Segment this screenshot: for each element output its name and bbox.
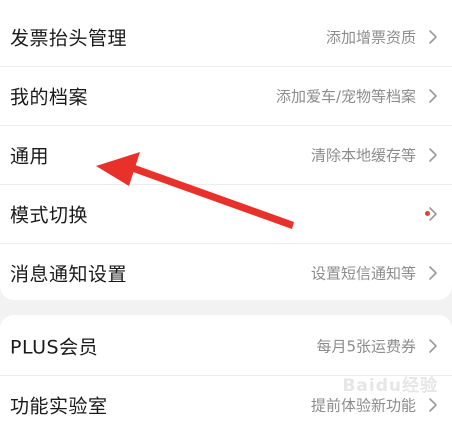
row-value: 每月5张运费券 [316, 337, 416, 356]
chevron-right-icon [429, 398, 437, 412]
row-plus-member[interactable]: PLUS会员 每月5张运费券 [0, 317, 452, 375]
row-notification-settings[interactable]: 消息通知设置 设置短信通知等 [0, 244, 452, 302]
row-title: PLUS会员 [10, 336, 99, 359]
row-general[interactable]: 通用 清除本地缓存等 [0, 126, 452, 184]
chevron-right-icon [429, 148, 437, 162]
row-title: 发票抬头管理 [10, 27, 128, 50]
row-my-profile[interactable]: 我的档案 添加爱车/宠物等档案 [0, 67, 452, 125]
row-title: 我的档案 [10, 86, 89, 109]
chevron-right-icon [429, 207, 437, 221]
row-title: 消息通知设置 [10, 263, 128, 286]
chevron-right-icon [429, 339, 437, 353]
row-value: 设置短信通知等 [310, 264, 416, 283]
row-title: 模式切换 [10, 204, 89, 227]
row-mode-switch[interactable]: 模式切换 [0, 185, 452, 243]
chevron-right-icon [429, 30, 437, 44]
row-feature-lab[interactable]: 功能实验室 提前体验新功能 [0, 376, 452, 434]
chevron-right-icon [429, 266, 437, 280]
settings-card-2: PLUS会员 每月5张运费券 功能实验室 提前体验新功能 [0, 315, 452, 445]
chevron-right-icon [429, 89, 437, 103]
row-title: 通用 [10, 145, 50, 168]
row-value: 提前体验新功能 [310, 396, 416, 415]
row-value: 清除本地缓存等 [310, 146, 416, 165]
row-value: 添加增票资质 [325, 28, 416, 47]
row-invoice-title[interactable]: 发票抬头管理 添加增票资质 [0, 8, 452, 66]
settings-card-1: 发票抬头管理 添加增票资质 我的档案 添加爱车/宠物等档案 通用 清除本地缓存等… [0, 0, 452, 300]
row-value: 添加爱车/宠物等档案 [275, 87, 416, 106]
row-title: 功能实验室 [10, 395, 108, 418]
